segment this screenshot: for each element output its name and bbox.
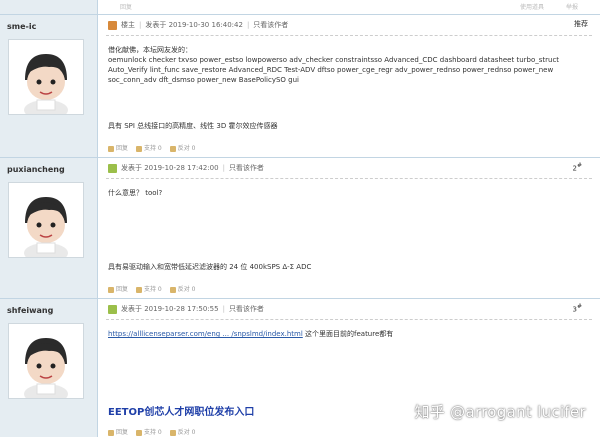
reply-button[interactable]: 回复 bbox=[108, 143, 128, 152]
floor-number[interactable]: 2# bbox=[573, 162, 583, 172]
post-2: puxiancheng 发表于 2019-10-28 17:42:00 | 只看… bbox=[0, 157, 600, 298]
floor-number[interactable]: 3# bbox=[573, 303, 583, 313]
support-label: 支持 0 bbox=[144, 429, 162, 436]
author-only-link[interactable]: 只看该作者 bbox=[229, 304, 264, 314]
thumb-up-icon bbox=[136, 429, 143, 436]
posted-time: 发表于 2019-10-28 17:50:55 bbox=[121, 305, 219, 313]
floor-sup: # bbox=[576, 303, 582, 310]
username[interactable]: shfeiwang bbox=[7, 306, 53, 315]
zhihu-watermark: 知乎 @arrogant lucifer bbox=[414, 403, 586, 421]
use-tool-link-top[interactable]: 使用道具 bbox=[520, 2, 544, 11]
author-panel: shfeiwang bbox=[0, 299, 98, 437]
op-badge: 楼主 bbox=[121, 21, 135, 29]
support-button[interactable]: 支持 0 bbox=[136, 143, 162, 152]
author-only-link[interactable]: 只看该作者 bbox=[253, 20, 288, 30]
post-content: 发表于 2019-10-28 17:42:00 | 只看该作者 2# 什么意思？… bbox=[98, 158, 600, 298]
reply-label: 回复 bbox=[116, 429, 129, 436]
post-actions: 回复 支持 0 反对 0 bbox=[108, 143, 195, 152]
oppose-button[interactable]: 反对 0 bbox=[169, 284, 196, 293]
separator: | bbox=[222, 164, 225, 172]
job-banner-link[interactable]: EETOP创芯人才网职位发布入口 bbox=[108, 403, 254, 418]
body-line: oemunlock checker txvso power_estso lowp… bbox=[108, 56, 560, 64]
oppose-label: 反对 0 bbox=[177, 286, 196, 293]
post-body: https://alllicenseparser.com/eng ... /sn… bbox=[108, 329, 590, 339]
report-link-top[interactable]: 举报 bbox=[566, 2, 578, 11]
top-strip-sidebar bbox=[0, 0, 98, 14]
body-line: 借化献佛，本坛网友发的： bbox=[108, 46, 192, 54]
body-line: 什么意思？ tool? bbox=[108, 189, 163, 197]
posted-time: 发表于 2019-10-28 17:42:00 bbox=[121, 164, 219, 172]
support-label: 支持 0 bbox=[144, 145, 162, 152]
author-only-link[interactable]: 只看该作者 bbox=[229, 163, 264, 173]
post-1: sme-ic 楼主 | 发表于 2019-10-30 16:40:42 | 只看… bbox=[0, 14, 600, 157]
floor-sup: # bbox=[576, 162, 582, 169]
reply-icon bbox=[108, 429, 114, 436]
body-line: Auto_Verify lint_func save_restore Advan… bbox=[108, 66, 554, 74]
signature[interactable]: 具有易驱动输入和宽带低延迟滤波器的 24 位 400kSPS Δ-Σ ADC bbox=[108, 262, 311, 272]
avatar[interactable] bbox=[8, 323, 84, 399]
post-body: 借化献佛，本坛网友发的： oemunlock checker txvso pow… bbox=[108, 45, 590, 85]
signature[interactable]: 具有 SPI 总线接口的高精度、线性 3D 霍尔效应传感器 bbox=[108, 121, 277, 131]
reply-icon bbox=[108, 286, 114, 293]
divider bbox=[106, 319, 592, 320]
avatar[interactable] bbox=[8, 182, 84, 258]
post-actions: 回复 支持 0 反对 0 bbox=[108, 284, 195, 293]
post-meta: 发表于 2019-10-28 17:42:00 | 只看该作者 bbox=[108, 162, 264, 174]
separator: | bbox=[246, 21, 250, 29]
post-meta: 发表于 2019-10-28 17:50:55 | 只看该作者 bbox=[108, 303, 264, 315]
separator: | bbox=[222, 305, 225, 313]
author-panel: puxiancheng bbox=[0, 158, 98, 298]
support-button[interactable]: 支持 0 bbox=[136, 284, 162, 293]
username[interactable]: puxiancheng bbox=[7, 165, 65, 174]
oppose-button[interactable]: 反对 0 bbox=[169, 143, 196, 152]
posted-time: 发表于 2019-10-30 16:40:42 bbox=[145, 21, 243, 29]
reply-icon bbox=[108, 145, 114, 152]
body-text: 这个里面目前的feature都有 bbox=[302, 330, 394, 338]
body-line: soc_conn_adv dft_dsmso power_new BasePol… bbox=[108, 76, 299, 84]
thumb-down-icon bbox=[169, 145, 176, 152]
username[interactable]: sme-ic bbox=[7, 22, 36, 31]
reply-link-top[interactable]: 回复 bbox=[120, 2, 132, 11]
thumb-up-icon bbox=[136, 286, 143, 293]
reply-label: 回复 bbox=[116, 145, 129, 152]
separator: | bbox=[139, 21, 142, 29]
top-action-strip: 回复 使用道具 举报 bbox=[0, 0, 600, 14]
support-button[interactable]: 支持 0 bbox=[136, 427, 162, 436]
oppose-label: 反对 0 bbox=[177, 429, 196, 436]
reply-label: 回复 bbox=[116, 286, 129, 293]
post-meta: 楼主 | 发表于 2019-10-30 16:40:42 | 只看该作者 bbox=[108, 19, 288, 31]
post-content: 楼主 | 发表于 2019-10-30 16:40:42 | 只看该作者 推荐 … bbox=[98, 15, 600, 157]
divider bbox=[106, 35, 592, 36]
oppose-button[interactable]: 反对 0 bbox=[169, 427, 196, 436]
post-body: 什么意思？ tool? bbox=[108, 188, 590, 198]
online-status-icon bbox=[108, 163, 117, 173]
oppose-label: 反对 0 bbox=[177, 145, 196, 152]
author-panel: sme-ic bbox=[0, 15, 98, 157]
avatar[interactable] bbox=[8, 39, 84, 115]
recommend-label[interactable]: 推荐 bbox=[574, 19, 588, 29]
license-parser-link[interactable]: https://alllicenseparser.com/eng ... /sn… bbox=[108, 330, 303, 338]
thumb-down-icon bbox=[169, 429, 176, 436]
reply-button[interactable]: 回复 bbox=[108, 284, 128, 293]
post-actions: 回复 支持 0 反对 0 bbox=[108, 427, 195, 436]
thumb-down-icon bbox=[169, 286, 176, 293]
reply-button[interactable]: 回复 bbox=[108, 427, 128, 436]
online-status-icon bbox=[108, 304, 117, 314]
support-label: 支持 0 bbox=[144, 286, 162, 293]
divider bbox=[106, 178, 592, 179]
thumb-up-icon bbox=[136, 145, 143, 152]
op-badge-icon bbox=[108, 20, 117, 30]
